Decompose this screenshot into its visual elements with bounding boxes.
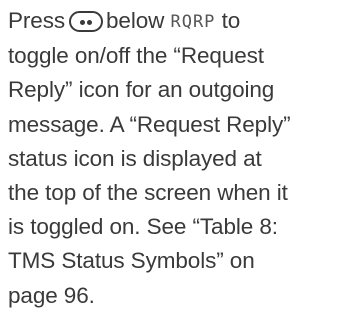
- to-text: to: [221, 8, 241, 33]
- instruction-line-3: Reply” icon for an outgoing: [8, 77, 275, 103]
- instruction-line-7: is toggled on. See “Table 8:: [8, 214, 278, 240]
- instruction-line-5: status icon is displayed at: [8, 145, 262, 171]
- instruction-line-2: toggle on/off the “Request: [8, 43, 264, 69]
- instruction-line-8: TMS Status Symbols” on: [8, 248, 255, 274]
- below-text: below: [106, 8, 165, 33]
- instruction-line-4: message. A “Request Reply”: [8, 111, 291, 137]
- instruction-line-9: page 96.: [8, 282, 95, 308]
- instruction-line-1: Press below RQRP to: [8, 4, 356, 39]
- press-text: Press: [8, 8, 66, 33]
- instruction-line-6: the top of the screen when it: [8, 180, 288, 206]
- two-dot-softkey-icon: [69, 11, 104, 32]
- softkey-label-rqrp: RQRP: [170, 12, 216, 32]
- instruction-paragraph: Press below RQRP to toggle on/off the “Re…: [8, 4, 356, 313]
